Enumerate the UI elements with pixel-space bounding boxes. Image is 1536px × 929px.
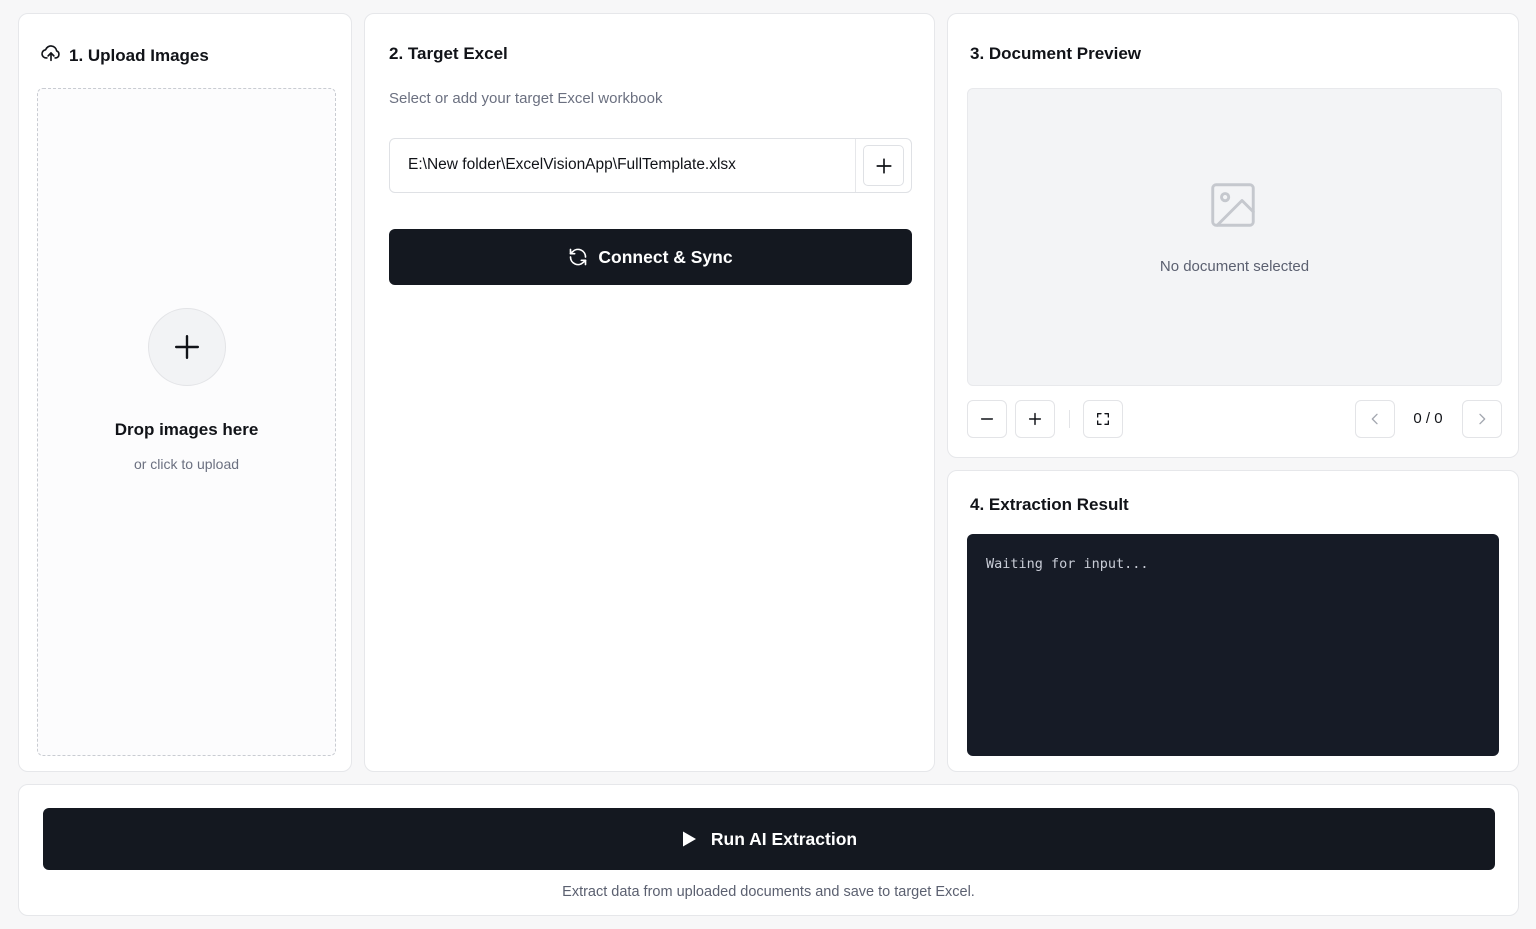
chevron-right-icon — [1479, 413, 1486, 425]
add-image-button[interactable] — [148, 308, 226, 386]
fullscreen-icon — [1097, 413, 1109, 425]
plus-icon — [1028, 412, 1042, 426]
chevron-left-icon — [1371, 413, 1378, 425]
target-excel-panel: 2. Target Excel Select or add your targe… — [364, 13, 935, 772]
fullscreen-button[interactable] — [1083, 400, 1123, 438]
minus-icon — [980, 418, 994, 420]
connect-sync-label: Connect & Sync — [598, 246, 733, 267]
preview-area: No document selected — [967, 88, 1502, 386]
document-preview-panel: 3. Document Preview No document selected… — [947, 13, 1519, 458]
document-preview-title: 3. Document Preview — [970, 44, 1142, 63]
image-dropzone[interactable]: Drop images here or click to upload — [37, 88, 336, 756]
plus-icon — [174, 334, 200, 360]
extraction-result-title: 4. Extraction Result — [970, 495, 1129, 514]
extraction-result-panel: 4. Extraction Result Waiting for input..… — [947, 470, 1519, 772]
upload-panel-title: 1. Upload Images — [69, 45, 209, 65]
previous-page-button[interactable] — [1355, 400, 1395, 438]
result-console-text: Waiting for input... — [986, 556, 1149, 572]
dropzone-title: Drop images here — [114, 420, 259, 439]
excel-path-input[interactable] — [408, 156, 848, 174]
run-caption: Extract data from uploaded documents and… — [562, 884, 975, 900]
upload-panel-header: 1. Upload Images — [41, 44, 209, 67]
connect-sync-button[interactable]: Connect & Sync — [389, 229, 912, 285]
image-placeholder-icon — [1206, 178, 1260, 237]
cloud-upload-icon — [41, 44, 61, 67]
divider — [855, 139, 856, 192]
next-page-button[interactable] — [1462, 400, 1502, 438]
target-excel-subtitle: Select or add your target Excel workbook — [389, 90, 663, 107]
add-excel-button[interactable] — [863, 145, 904, 186]
run-ai-extraction-label: Run AI Extraction — [710, 828, 858, 849]
excel-path-field — [389, 138, 912, 193]
zoom-out-button[interactable] — [967, 400, 1007, 438]
run-panel: Run AI Extraction Extract data from uplo… — [18, 784, 1519, 916]
run-ai-extraction-button[interactable]: Run AI Extraction — [43, 808, 1495, 870]
preview-empty-text: No document selected — [1159, 258, 1310, 275]
toolbar-divider — [1069, 410, 1070, 428]
play-icon — [682, 831, 696, 847]
page-counter: 0 / 0 — [1413, 410, 1443, 427]
result-console[interactable]: Waiting for input... — [967, 534, 1499, 756]
plus-icon — [875, 157, 892, 174]
target-excel-title: 2. Target Excel — [389, 44, 508, 63]
zoom-in-button[interactable] — [1015, 400, 1055, 438]
upload-panel: 1. Upload Images Drop images here or cli… — [18, 13, 352, 772]
refresh-icon — [570, 248, 587, 266]
dropzone-subtitle: or click to upload — [133, 456, 240, 472]
